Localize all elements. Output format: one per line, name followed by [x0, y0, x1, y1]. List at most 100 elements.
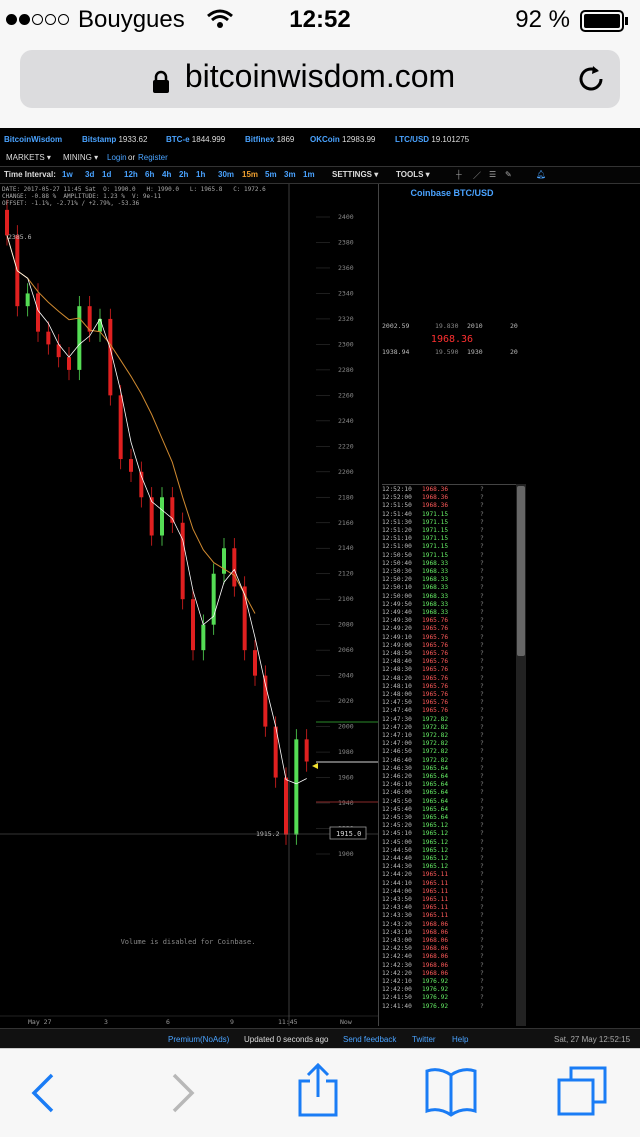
y-tick-label: 1900	[338, 850, 354, 858]
ticker-bitstamp[interactable]: Bitstamp 1933.62	[82, 135, 147, 144]
trade-row: 12:43:00 1968.06?	[382, 937, 484, 944]
trade-row: 12:47:00 1972.82?	[382, 740, 484, 748]
share-icon[interactable]	[296, 1062, 340, 1124]
price-pointer-icon	[312, 763, 318, 769]
trade-row: 12:46:00 1965.64?	[382, 789, 484, 797]
trade-row: 12:51:40 1971.15?	[382, 510, 484, 518]
y-tick-label: 2100	[338, 595, 354, 603]
interval-3d[interactable]: 3d	[85, 170, 94, 179]
y-tick-label: 1980	[338, 748, 354, 756]
bell-icon[interactable]: 🔔︎	[536, 170, 546, 179]
bookmarks-icon[interactable]	[424, 1067, 478, 1122]
y-tick-label: 2320	[338, 315, 354, 323]
y-tick-label: 2280	[338, 366, 354, 374]
back-icon[interactable]	[28, 1071, 58, 1120]
y-tick-label: 2180	[338, 493, 354, 501]
premium-link[interactable]: Premium(NoAds)	[168, 1035, 229, 1044]
trade-row: 12:42:30 1968.06?	[382, 961, 484, 969]
ticker-btce[interactable]: BTC-e 1844.999	[166, 135, 225, 144]
trade-row: 12:49:40 1968.33?	[382, 609, 484, 616]
brush-tool-icon[interactable]: ✎	[505, 170, 512, 179]
interval-12h[interactable]: 12h	[124, 170, 138, 179]
feedback-link[interactable]: Send feedback	[343, 1035, 396, 1044]
y-tick-label: 1960	[338, 774, 354, 782]
settings-menu[interactable]: SETTINGS ▾	[332, 170, 378, 179]
trade-row: 12:50:20 1968.33?	[382, 576, 484, 584]
ticker-ltcusd[interactable]: LTC/USD 19.101275	[395, 135, 469, 144]
tools-menu[interactable]: TOOLS ▾	[396, 170, 430, 179]
interval-6h[interactable]: 6h	[145, 170, 154, 179]
trade-row: 12:47:30 1972.82?	[382, 715, 484, 723]
help-link[interactable]: Help	[452, 1035, 468, 1044]
trade-scrollbar-thumb[interactable]	[517, 486, 525, 656]
trade-row: 12:46:50 1972.82?	[382, 748, 484, 756]
register-link[interactable]: Register	[138, 153, 168, 162]
interval-1h[interactable]: 1h	[196, 170, 205, 179]
y-tick-label: 2020	[338, 697, 354, 705]
interval-15m[interactable]: 15m	[242, 170, 258, 179]
trade-row: 12:52:00 1968.36?	[382, 494, 484, 502]
trade-row: 12:48:10 1965.76?	[382, 682, 484, 690]
y-tick-label: 2000	[338, 723, 354, 731]
trade-row: 12:44:30 1965.12?	[382, 863, 484, 871]
markets-menu[interactable]: MARKETS ▾	[6, 153, 51, 162]
chart-grid	[316, 216, 330, 855]
y-tick-label: 2240	[338, 417, 354, 425]
interval-4h[interactable]: 4h	[162, 170, 171, 179]
candle-body	[160, 497, 164, 536]
status-bar: Bouygues 12:52 92 %	[0, 0, 640, 42]
reload-icon[interactable]	[576, 64, 606, 99]
volume-message: Volume is disabled for Coinbase.	[120, 938, 256, 946]
trade-row: 12:45:10 1965.12?	[382, 830, 484, 838]
address-bar[interactable]: bitcoinwisdom.com	[20, 50, 620, 108]
forward-icon[interactable]	[168, 1071, 198, 1120]
ticker-bar: BitcoinWisdom Bitstamp 1933.62 BTC-e 184…	[0, 128, 640, 150]
trade-row: 12:44:50 1965.12?	[382, 846, 484, 854]
trade-row: 12:49:10 1965.76?	[382, 633, 484, 641]
high-marker: 2385.6	[8, 233, 32, 241]
trade-row: 12:42:20 1968.06?	[382, 969, 484, 977]
line-tool-icon[interactable]: ／	[473, 170, 481, 181]
candle-body	[77, 306, 82, 370]
tabs-icon[interactable]	[556, 1065, 608, 1122]
twitter-link[interactable]: Twitter	[412, 1035, 436, 1044]
interval-1d[interactable]: 1d	[102, 170, 111, 179]
candle-body	[25, 293, 30, 307]
trade-row: 12:51:50 1968.36?	[382, 502, 484, 510]
update-status: Updated 0 seconds ago	[244, 1035, 329, 1044]
interval-5m[interactable]: 5m	[265, 170, 277, 179]
ticker-okcoin[interactable]: OKCoin 12983.99	[310, 135, 375, 144]
brand-logo[interactable]: BitcoinWisdom	[4, 135, 62, 144]
ticker-bitfinex[interactable]: Bitfinex 1869	[245, 135, 294, 144]
trade-row: 12:48:00 1965.76?	[382, 691, 484, 698]
hlines-tool-icon[interactable]: ☰	[489, 170, 496, 179]
market-title[interactable]: Coinbase BTC/USD	[378, 188, 526, 198]
trade-row: 12:43:20 1968.06?	[382, 920, 484, 928]
battery-icon	[580, 10, 630, 37]
interval-3m[interactable]: 3m	[284, 170, 296, 179]
crosshair-icon[interactable]: ┼	[456, 170, 462, 179]
x-tick-label: 9	[230, 1018, 234, 1026]
trade-row: 12:46:30 1965.64?	[382, 764, 484, 772]
candle-body	[67, 357, 71, 370]
y-tick-label: 2120	[338, 570, 354, 578]
or-text: or	[128, 153, 136, 162]
candle-body	[201, 624, 206, 651]
mining-menu[interactable]: MINING ▾	[63, 153, 98, 162]
trade-row: 12:49:00 1965.76?	[382, 641, 484, 649]
interval-1w[interactable]: 1w	[62, 170, 73, 179]
interval-30m[interactable]: 30m	[218, 170, 234, 179]
interval-2h[interactable]: 2h	[179, 170, 188, 179]
ma-short-line	[6, 235, 307, 785]
y-tick-label: 2160	[338, 519, 354, 527]
y-tick-label: 2080	[338, 621, 354, 629]
candle-body	[108, 318, 113, 396]
interval-1m[interactable]: 1m	[303, 170, 315, 179]
candle-body	[191, 599, 195, 651]
login-link[interactable]: Login	[107, 153, 127, 162]
trade-row: 12:44:10 1965.11?	[382, 879, 484, 887]
trade-row: 12:47:20 1972.82?	[382, 723, 484, 731]
trade-row: 12:45:40 1965.64?	[382, 805, 484, 813]
y-tick-label: 2220	[338, 442, 354, 450]
price-chart[interactable]: 2400 2380 2360 2340 2320 2300 2280 2260 2240 2220…	[0, 184, 378, 1026]
